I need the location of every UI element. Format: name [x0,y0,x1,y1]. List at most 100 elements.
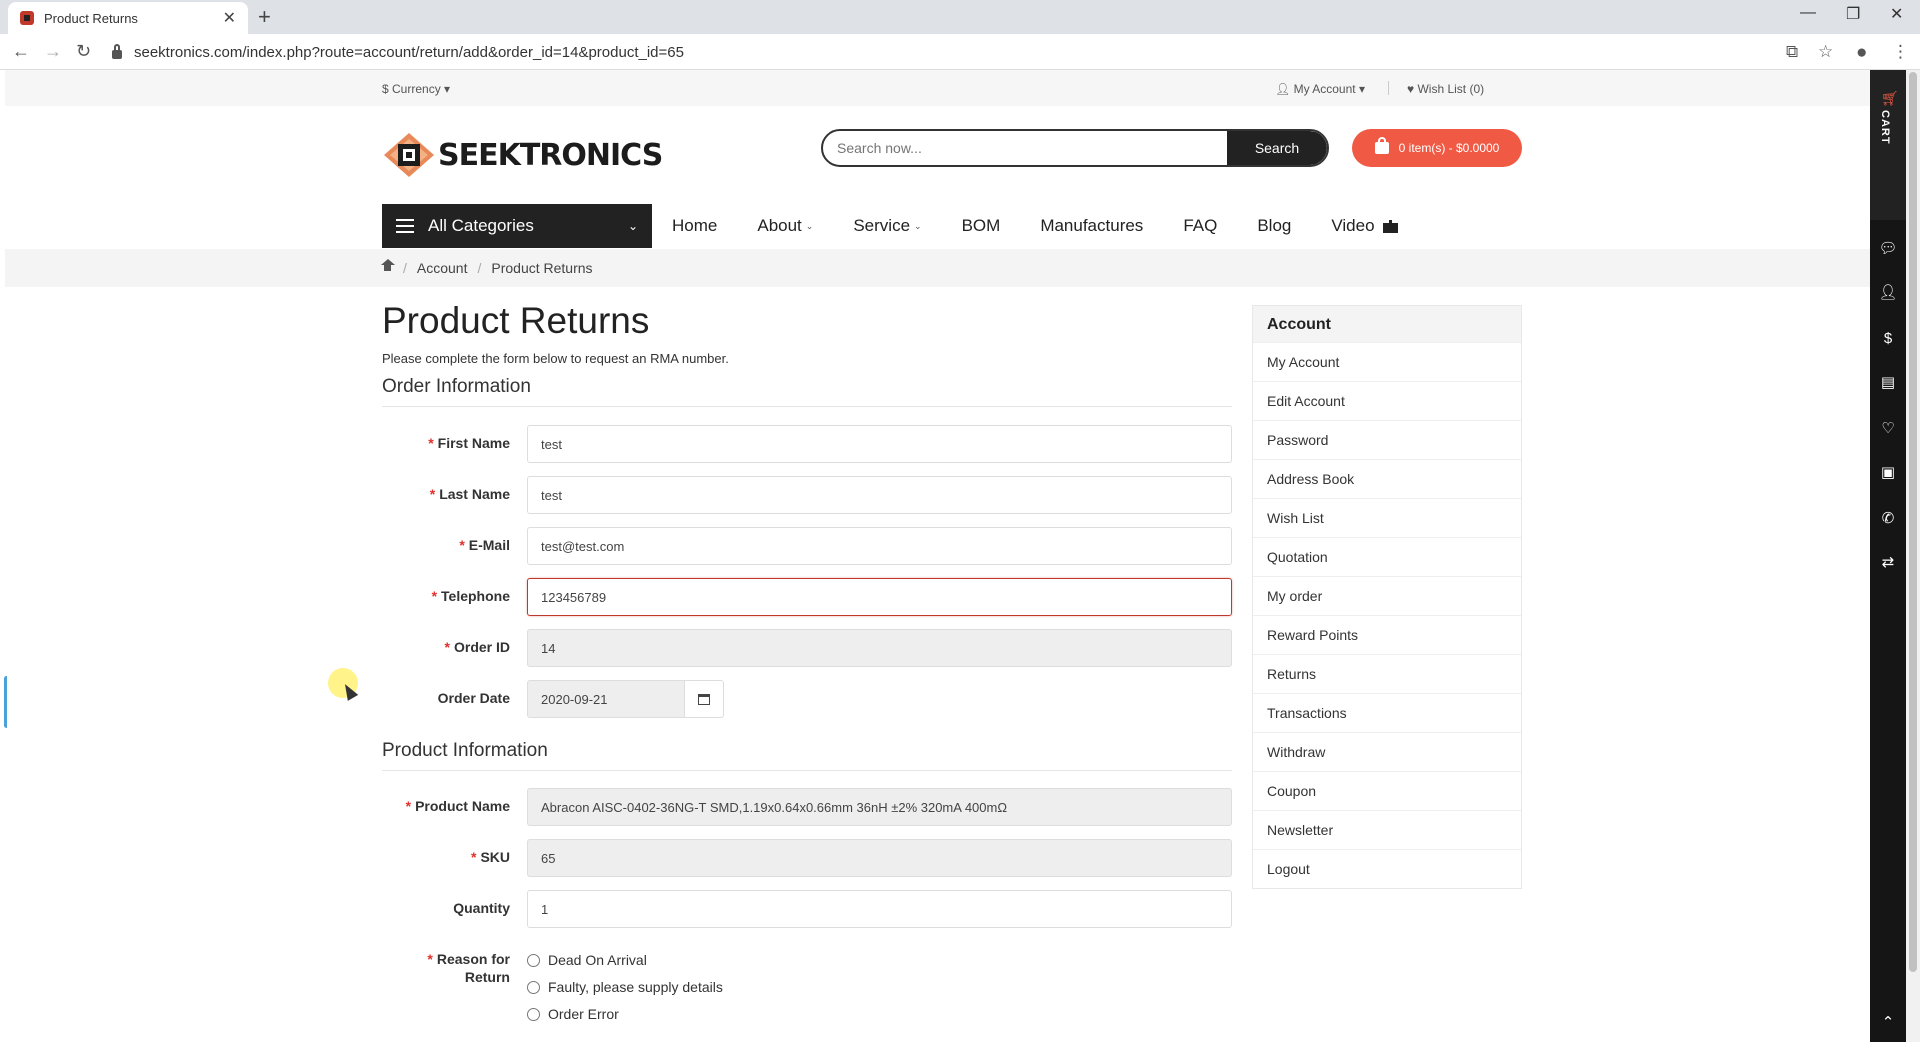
nav-home[interactable]: Home [672,216,717,236]
clapperboard-icon [1382,219,1398,233]
nav-service[interactable]: Service ⌄ [853,216,921,236]
sidebar-item-logout[interactable]: Logout [1253,849,1521,888]
bookmark-star-icon[interactable]: ☆ [1818,42,1833,62]
breadcrumb: / Account / Product Returns [381,259,593,276]
favicon-icon [20,11,34,25]
order-id-input[interactable] [527,629,1232,667]
sidebar-item-returns[interactable]: Returns [1253,654,1521,693]
nav-manufactures[interactable]: Manufactures [1040,216,1143,236]
first-name-input[interactable] [527,425,1232,463]
side-widget-handle[interactable] [4,676,9,728]
sidebar-item-withdraw[interactable]: Withdraw [1253,732,1521,771]
side-cart-button[interactable]: 🛒︎ CART [1870,70,1906,220]
quantity-row: Quantity [382,890,1232,928]
product-information-heading: Product Information [382,740,548,761]
sidebar-item-coupon[interactable]: Coupon [1253,771,1521,810]
browser-tab[interactable]: Product Returns ✕ [8,2,248,34]
clipboard-icon[interactable]: ▣ [1878,462,1898,482]
menu-dots-icon[interactable]: ⋮ [1892,42,1909,62]
my-account-dropdown[interactable]: 👤︎ My Account ▾ [1275,82,1365,96]
order-date-input[interactable] [527,680,685,718]
sidebar-item-my-order[interactable]: My order [1253,576,1521,615]
side-cart-label: CART [1879,110,1891,145]
all-categories-menu[interactable]: All Categories ⌄ [382,204,652,248]
radio-circle[interactable] [527,1007,540,1021]
sidebar-item-my-account[interactable]: My Account [1253,342,1521,381]
all-categories-label: All Categories [428,216,534,235]
hamburger-icon [396,219,414,233]
nav-faq[interactable]: FAQ [1183,216,1217,236]
calendar-button[interactable] [685,680,724,718]
chip-logo-icon [384,133,434,177]
sku-row: * SKU [382,839,1232,877]
site-logo[interactable]: SEEKTRONICS [382,130,663,180]
sku-input[interactable] [527,839,1232,877]
scrollbar-thumb[interactable] [1909,72,1917,972]
nav-video[interactable]: Video [1331,216,1398,236]
page-scrollbar[interactable] [1906,70,1920,1042]
minimize-icon[interactable]: — [1800,4,1816,22]
heart-icon[interactable]: ♡ [1878,418,1898,438]
search-input[interactable] [823,131,1227,165]
sidebar-item-transactions[interactable]: Transactions [1253,693,1521,732]
chat-icon[interactable]: 💬︎ [1878,238,1898,258]
tab-close-icon[interactable]: ✕ [223,8,236,28]
breadcrumb-product-returns[interactable]: Product Returns [491,260,592,276]
right-toolbar: 🛒︎ CART 💬︎ 👤︎ $ ▤ ♡ ▣ ✆ ⇄ ⌃ [1870,70,1906,1042]
order-id-row: * Order ID [382,629,1232,667]
back-icon[interactable]: ← [12,41,30,62]
order-date-label: Order Date [437,690,510,706]
reason-option-faulty[interactable]: Faulty, please supply details [527,979,723,995]
sidebar-item-newsletter[interactable]: Newsletter [1253,810,1521,849]
breadcrumb-bar: / Account / Product Returns [5,249,1870,287]
sidebar-heading: Account [1253,306,1521,342]
quantity-input[interactable] [527,890,1232,928]
sidebar-item-wish-list[interactable]: Wish List [1253,498,1521,537]
restore-icon[interactable]: ❐ [1846,4,1860,24]
breadcrumb-account[interactable]: Account [417,260,468,276]
nav-blog[interactable]: Blog [1257,216,1291,236]
topbar-divider [1388,81,1389,95]
compare-icon[interactable]: ⇄ [1878,552,1898,572]
cart-button[interactable]: 0 item(s) - $0.0000 [1352,129,1522,167]
translate-icon[interactable]: ⧉ [1786,42,1798,62]
radio-circle[interactable] [527,980,540,994]
radio-circle[interactable] [527,953,540,967]
search-button[interactable]: Search [1227,131,1327,165]
forward-icon[interactable]: → [44,41,62,62]
reason-option-dead-on-arrival[interactable]: Dead On Arrival [527,952,647,968]
last-name-row: * Last Name [382,476,1232,514]
new-tab-icon[interactable]: + [258,4,271,30]
document-icon[interactable]: ▤ [1878,372,1898,392]
url-field[interactable]: seektronics.com/index.php?route=account/… [112,39,1792,65]
window-close-icon[interactable]: ✕ [1890,4,1903,24]
phone-icon[interactable]: ✆ [1878,508,1898,528]
telephone-input[interactable] [527,578,1232,616]
page-intro: Please complete the form below to reques… [382,351,729,366]
sidebar-item-address-book[interactable]: Address Book [1253,459,1521,498]
profile-icon[interactable]: ● [1856,42,1867,64]
nav-bom[interactable]: BOM [962,216,1001,236]
sidebar-item-edit-account[interactable]: Edit Account [1253,381,1521,420]
reload-icon[interactable]: ↻ [76,41,91,62]
product-name-input[interactable] [527,788,1232,826]
first-name-row: * First Name [382,425,1232,463]
currency-selector[interactable]: $ Currency ▾ [382,82,450,96]
wish-list-link[interactable]: ♥ Wish List (0) [1407,82,1484,96]
reason-option-order-error[interactable]: Order Error [527,1006,619,1022]
telephone-row: * Telephone [382,578,1232,616]
product-name-row: * Product Name [382,788,1232,826]
home-icon[interactable] [381,259,395,273]
scroll-top-icon[interactable]: ⌃ [1878,1012,1898,1032]
nav-about[interactable]: About ⌄ [757,216,813,236]
shopping-bag-icon [1374,137,1389,154]
currency-icon[interactable]: $ [1878,328,1898,348]
sidebar-item-quotation[interactable]: Quotation [1253,537,1521,576]
sidebar-item-reward-points[interactable]: Reward Points [1253,615,1521,654]
last-name-input[interactable] [527,476,1232,514]
order-id-label: * Order ID [444,639,510,655]
sidebar-item-password[interactable]: Password [1253,420,1521,459]
quantity-label: Quantity [453,900,510,916]
email-input[interactable] [527,527,1232,565]
user-icon[interactable]: 👤︎ [1878,282,1898,302]
